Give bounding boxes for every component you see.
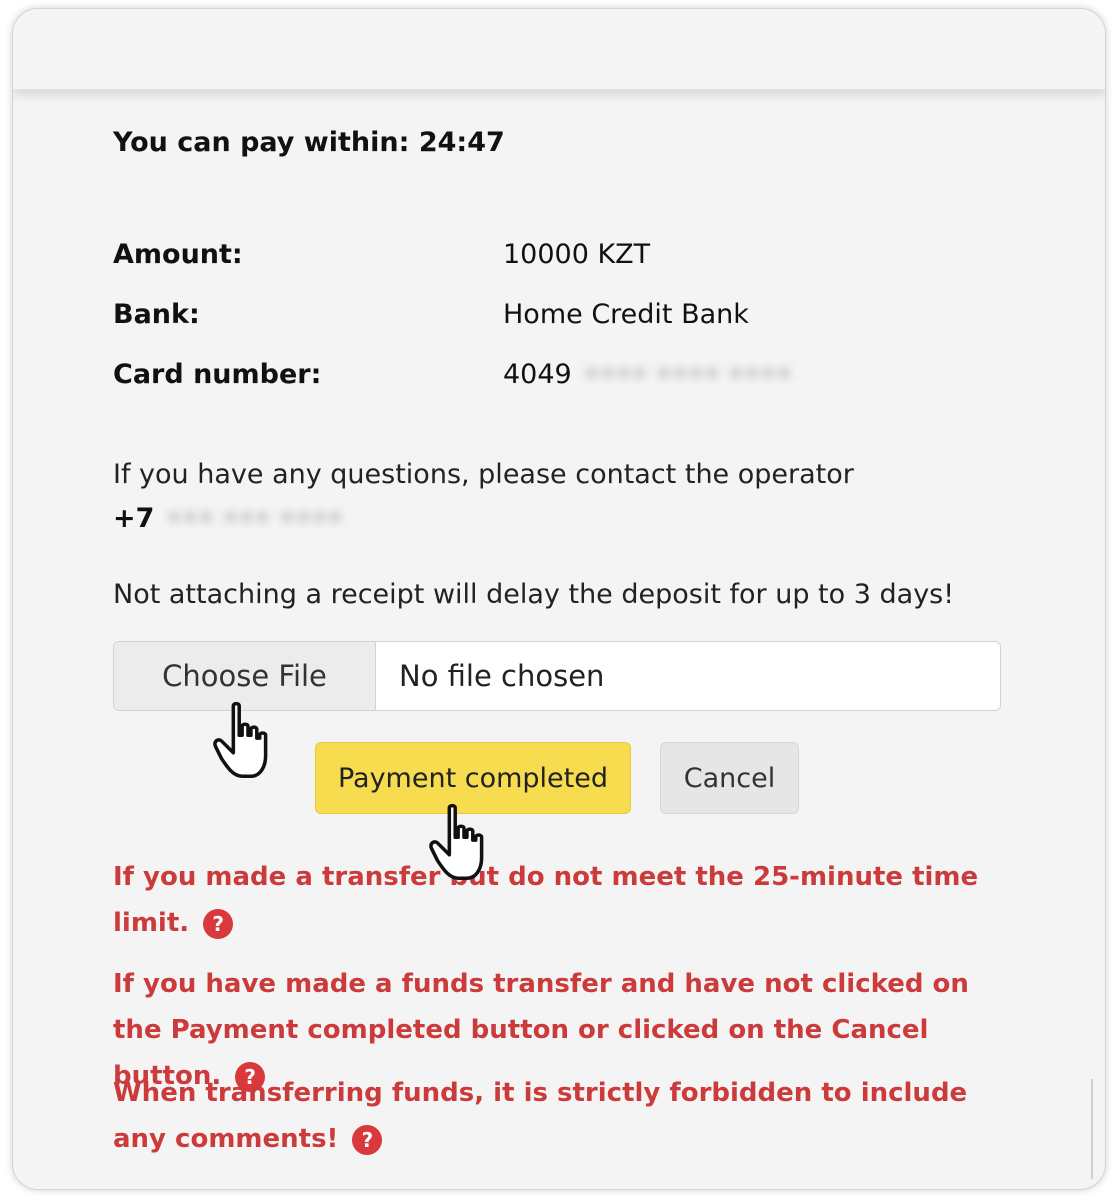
question-circle-icon[interactable]: ? bbox=[203, 908, 234, 939]
payment-timer: You can pay within: 24:47 bbox=[113, 127, 505, 158]
operator-phone: +7 ••• ••• •••• bbox=[113, 503, 343, 534]
bank-value: Home Credit Bank bbox=[503, 299, 749, 330]
timer-label: You can pay within: bbox=[113, 127, 410, 158]
file-status: No file chosen bbox=[399, 659, 605, 693]
alert-no-comments: When transferring funds, it is strictly … bbox=[113, 1070, 1003, 1162]
amount-value: 10000 KZT bbox=[503, 239, 651, 270]
scrollbar[interactable] bbox=[1091, 1079, 1101, 1179]
question-circle-icon[interactable]: ? bbox=[352, 1124, 383, 1155]
card-number-redacted: •••• •••• •••• bbox=[583, 359, 792, 390]
cancel-button[interactable]: Cancel bbox=[660, 742, 799, 814]
alert-time-limit: If you made a transfer but do not meet t… bbox=[113, 854, 1003, 946]
bank-label: Bank: bbox=[113, 299, 200, 330]
alert-text: When transferring funds, it is strictly … bbox=[113, 1078, 968, 1154]
receipt-warning: Not attaching a receipt will delay the d… bbox=[113, 579, 955, 610]
timer-value: 24:47 bbox=[418, 127, 505, 158]
contact-text: If you have any questions, please contac… bbox=[113, 459, 854, 490]
hand-pointer-icon bbox=[429, 803, 484, 881]
phone-redacted: ••• ••• •••• bbox=[166, 503, 343, 534]
phone-prefix: +7 bbox=[113, 503, 155, 534]
hand-pointer-icon bbox=[213, 701, 268, 779]
amount-label: Amount: bbox=[113, 239, 243, 270]
payment-window: You can pay within: 24:47 Amount: 10000 … bbox=[12, 8, 1106, 1190]
alert-text: If you made a transfer but do not meet t… bbox=[113, 862, 979, 938]
card-value: 4049 bbox=[503, 359, 572, 390]
top-bar bbox=[13, 9, 1105, 90]
card-label: Card number: bbox=[113, 359, 322, 390]
